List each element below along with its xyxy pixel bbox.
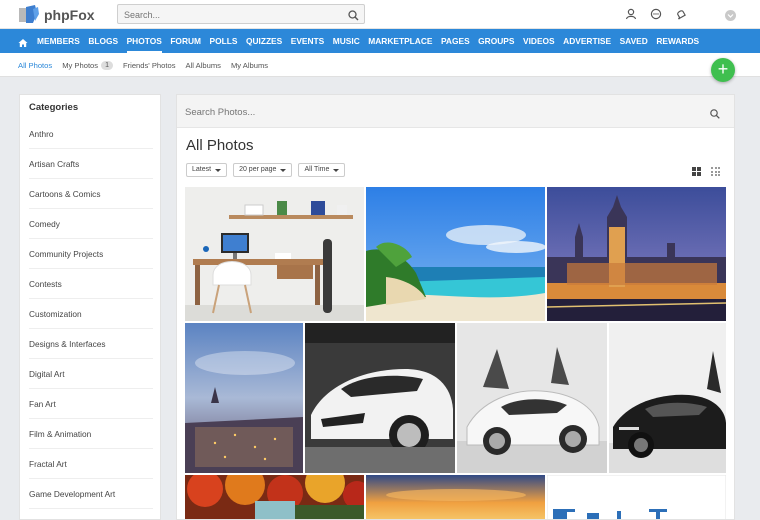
photo-white-lamborghini-doors-up[interactable]	[457, 323, 607, 473]
category-item[interactable]: Comedy	[29, 209, 153, 239]
category-item[interactable]: Anthro	[29, 119, 153, 149]
tab-my-photos[interactable]: My Photos 1	[62, 60, 113, 70]
friends-icon[interactable]	[625, 7, 637, 25]
per-page-value: 20 per page	[239, 166, 277, 173]
photos-panel: All Photos Latest 20 per page All Time	[176, 94, 735, 520]
search-input[interactable]	[118, 6, 338, 24]
photo-autumn-trees[interactable]	[185, 475, 364, 519]
category-item[interactable]: Artisan Crafts	[29, 149, 153, 179]
photo-search-input[interactable]	[185, 104, 685, 120]
category-list: Anthro Artisan Crafts Cartoons & Comics Com…	[20, 119, 160, 509]
grid-large-view-icon[interactable]	[692, 167, 701, 176]
category-item[interactable]: Designs & Interfaces	[29, 329, 153, 359]
chat-icon[interactable]	[650, 7, 662, 25]
grid-small-view-icon[interactable]	[711, 167, 720, 176]
nav-item-saved[interactable]: SAVED	[620, 29, 648, 53]
photo-white-lamborghini-front[interactable]	[305, 323, 455, 473]
nav-item-polls[interactable]: POLLS	[210, 29, 238, 53]
category-item[interactable]: Fractal Art	[29, 449, 153, 479]
sort-dropdown[interactable]: Latest	[186, 163, 228, 177]
nav-item-videos[interactable]: VIDEOS	[523, 29, 555, 53]
tab-all-albums[interactable]: All Albums	[186, 61, 221, 70]
photo-city-skyline[interactable]	[185, 323, 303, 473]
nav-item-photos[interactable]: PHOTOS	[126, 29, 163, 53]
tab-friends-photos[interactable]: Friends' Photos	[123, 61, 176, 70]
photo-text-graphic[interactable]	[547, 475, 726, 519]
bell-icon[interactable]	[675, 7, 687, 25]
nav-item-marketplace[interactable]: MARKETPLACE	[368, 29, 432, 53]
category-item[interactable]: Film & Animation	[29, 419, 153, 449]
nav-item-members[interactable]: MEMBERS	[37, 29, 80, 53]
nav-item-events[interactable]: EVENTS	[291, 29, 325, 53]
add-photo-button[interactable]: +	[711, 58, 735, 82]
category-item[interactable]: Cartoons & Comics	[29, 179, 153, 209]
nav-item-advertise[interactable]: ADVERTISE	[563, 29, 611, 53]
photos-subnav: All Photos My Photos 1 Friends' Photos A…	[0, 53, 760, 77]
category-item[interactable]: Game Development Art	[29, 479, 153, 509]
nav-item-music[interactable]: MUSIC	[333, 29, 360, 53]
chevron-down-icon	[215, 168, 222, 172]
sidebar-title: Categories	[29, 102, 79, 113]
logo-text: phpFox	[44, 6, 95, 23]
photo-search-bar	[177, 95, 734, 128]
nav-item-pages[interactable]: PAGES	[441, 29, 470, 53]
photo-black-lamborghini[interactable]	[609, 323, 726, 473]
category-item[interactable]: Community Projects	[29, 239, 153, 269]
nav-item-quizzes[interactable]: QUIZZES	[246, 29, 282, 53]
avatar[interactable]	[725, 8, 736, 26]
nav-item-rewards[interactable]: REWARDS	[656, 29, 699, 53]
page-title: All Photos	[186, 137, 254, 154]
time-value: All Time	[304, 166, 330, 173]
category-item[interactable]: Customization	[29, 299, 153, 329]
nav-items: MEMBERS BLOGS PHOTOS FORUM POLLS QUIZZES EVENT…	[37, 29, 708, 53]
phpfox-logo-icon	[19, 4, 41, 25]
category-item[interactable]: Contests	[29, 269, 153, 299]
nav-item-groups[interactable]: GROUPS	[478, 29, 514, 53]
photo-desk-workspace[interactable]	[185, 187, 364, 321]
chevron-down-icon	[333, 168, 340, 172]
nav-item-forum[interactable]: FORUM	[170, 29, 201, 53]
top-header: phpFox	[0, 0, 760, 29]
category-item[interactable]: Digital Art	[29, 359, 153, 389]
main-nav: MEMBERS BLOGS PHOTOS FORUM POLLS QUIZZES EVENT…	[0, 29, 760, 53]
filter-bar: Latest 20 per page All Time	[186, 163, 351, 177]
logo[interactable]: phpFox	[19, 4, 95, 25]
search-icon[interactable]	[348, 8, 359, 26]
home-icon[interactable]	[18, 35, 28, 53]
sort-value: Latest	[192, 166, 212, 173]
time-dropdown[interactable]: All Time	[298, 163, 346, 177]
global-search	[117, 4, 365, 24]
category-item[interactable]: Fan Art	[29, 389, 153, 419]
tab-my-photos-label: My Photos	[62, 60, 99, 70]
chevron-down-icon	[280, 168, 287, 172]
tab-all-photos[interactable]: All Photos	[18, 61, 52, 70]
photo-westminster-night[interactable]	[547, 187, 726, 321]
nav-item-blogs[interactable]: BLOGS	[88, 29, 118, 53]
photo-tropical-beach[interactable]	[366, 187, 545, 321]
tab-my-albums[interactable]: My Albums	[231, 61, 268, 70]
categories-sidebar: Categories Anthro Artisan Crafts Cartoons …	[19, 94, 161, 520]
search-icon[interactable]	[710, 106, 720, 124]
photo-sunset-sky[interactable]	[366, 475, 545, 519]
per-page-dropdown[interactable]: 20 per page	[233, 163, 293, 177]
my-photos-count-badge: 1	[101, 60, 113, 70]
